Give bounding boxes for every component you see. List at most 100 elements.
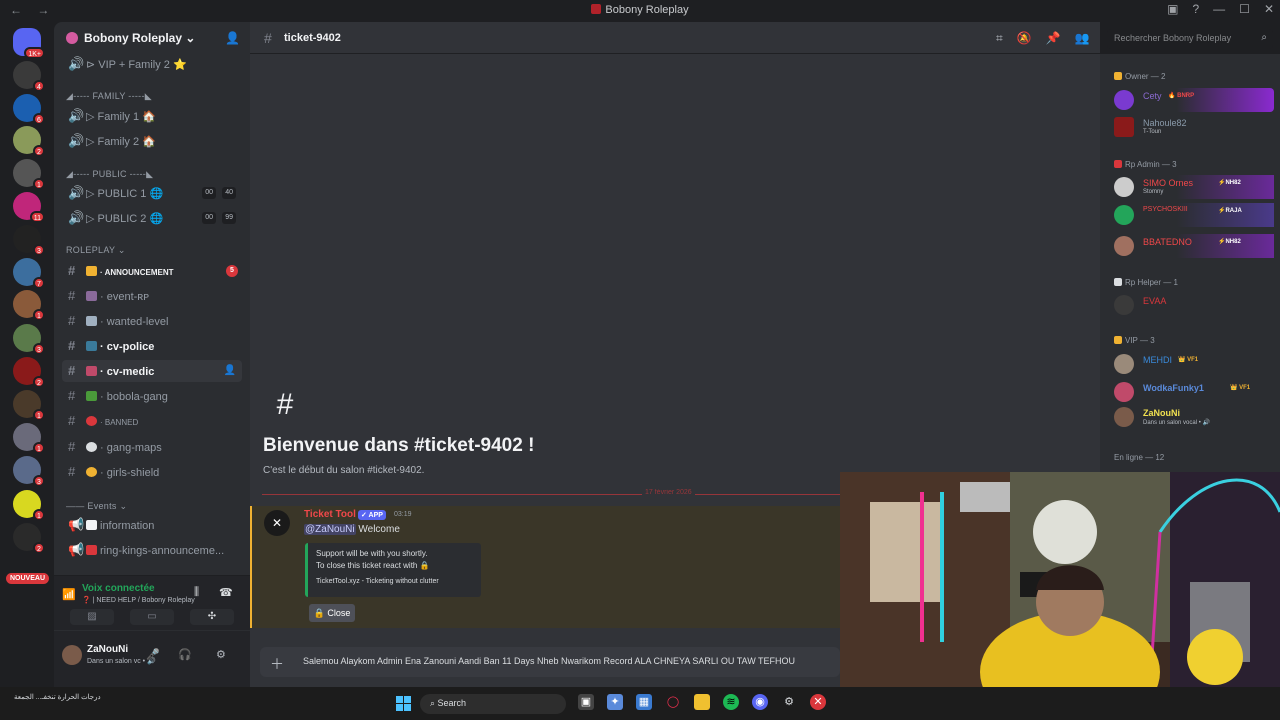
windows-start-icon[interactable] xyxy=(396,696,411,711)
announcement-icon: 📢 xyxy=(68,542,85,557)
mention[interactable]: @ZaNouNi xyxy=(304,524,356,535)
spotify-icon[interactable]: ≋ xyxy=(723,694,739,710)
voice-channel[interactable]: ❓ | NEED HELP / Bobony Roleplay xyxy=(82,596,195,604)
search-input[interactable]: Rechercher Bobony Roleplay ⌕ xyxy=(1107,29,1273,49)
headphones-icon[interactable]: 🎧 xyxy=(178,648,192,661)
member-item[interactable]: PSYCHOSKIII ⚡RAJA xyxy=(1112,203,1274,227)
guild-icon[interactable]: 2 xyxy=(13,126,45,157)
user-panel: ZaNouNi Dans un salon vc • 🔊 🎤 🎧 ⚙ xyxy=(54,631,250,687)
guild-icon[interactable]: 3 xyxy=(13,324,45,355)
member-item[interactable]: Nahoule82 T-Toun xyxy=(1112,115,1274,139)
avatar[interactable] xyxy=(62,645,82,665)
category-public[interactable]: ◢----- PUBLIC -----◣ xyxy=(66,169,153,180)
guild-icon[interactable]: 2 xyxy=(13,523,45,554)
app-icon[interactable]: ✕ xyxy=(810,694,826,710)
guild-icon[interactable]: 2 xyxy=(13,357,45,388)
guild-icon[interactable]: 1 xyxy=(13,423,45,454)
new-badge: NOUVEAU xyxy=(6,573,50,584)
store-icon[interactable]: ▦ xyxy=(636,694,652,710)
pinned-icon[interactable]: 📌 xyxy=(1046,31,1061,46)
discord-icon[interactable]: ◉ xyxy=(752,694,768,710)
help-icon[interactable]: ? xyxy=(1192,2,1199,16)
channel-gang-maps[interactable]: # · gang-maps xyxy=(62,436,242,458)
channel-family1[interactable]: 🔊 ▷ Family 1 🏠 xyxy=(62,105,242,127)
disconnect-icon[interactable]: ☎ xyxy=(219,586,233,599)
message: ✕ Ticket Tool ✓ APP 03:19 @ZaNouNi Welco… xyxy=(250,506,840,628)
server-header[interactable]: Bobony Roleplay ⌄ 👤 xyxy=(54,22,250,54)
maximize-button[interactable]: ☐ xyxy=(1239,2,1250,16)
guild-icon[interactable]: 3 xyxy=(13,456,45,487)
guild-icon[interactable]: 1 xyxy=(13,490,45,521)
noise-suppression-icon[interactable]: ⫼ xyxy=(194,586,199,599)
guild-icon[interactable]: 6 xyxy=(13,94,45,125)
embed-footer: TicketTool.xyz - Ticketing without clutt… xyxy=(316,578,439,585)
member-list-icon[interactable]: 👥 xyxy=(1075,31,1090,46)
steam-icon[interactable]: ⚙ xyxy=(781,694,797,710)
member-item[interactable]: Cety 🔥 BNRP xyxy=(1112,88,1274,112)
channel-bobola-gang[interactable]: # · bobola-gang xyxy=(62,385,242,407)
channel-event-rp[interactable]: # · event-ʀᴘ xyxy=(62,285,242,307)
voice-icon: 🔊 xyxy=(68,210,85,225)
member-item[interactable]: BBATEDNO ⚡NH82 xyxy=(1112,234,1274,258)
inbox-icon[interactable]: ▣ xyxy=(1167,2,1178,16)
message-input[interactable]: ＋ Salemou Alaykom Admin Ena Zanouni Aand… xyxy=(260,647,840,677)
close-ticket-button[interactable]: 🔒 Close xyxy=(309,604,355,622)
minimize-button[interactable]: — xyxy=(1213,2,1225,16)
message-text: @ZaNouNi Welcome xyxy=(304,524,400,535)
member-item[interactable]: EVAA xyxy=(1112,293,1274,317)
threads-icon[interactable]: ⌗ xyxy=(996,31,1003,46)
task-view-icon[interactable]: ▣ xyxy=(578,694,594,710)
category-roleplay[interactable]: ROLEPLAY ⌄ xyxy=(66,245,126,256)
guild-icon[interactable]: 1 xyxy=(13,390,45,421)
channel-vip-family2[interactable]: 🔊 ⊳ VIP + Family 2 ⭐ xyxy=(62,53,242,75)
file-explorer-icon[interactable] xyxy=(694,694,710,710)
voice-icon: 🔊 xyxy=(68,133,85,148)
category-family[interactable]: ◢----- FAMILY -----◣ xyxy=(66,91,152,102)
channel-cv-medic[interactable]: # · cv-medic 👤 xyxy=(62,360,242,382)
channel-information[interactable]: 📢 information xyxy=(62,514,242,536)
guild-icon[interactable]: 11 xyxy=(13,192,45,223)
channel-family2[interactable]: 🔊 ▷ Family 2 🏠 xyxy=(62,130,242,152)
voice-icon: 🔊 xyxy=(68,108,85,123)
camera-icon[interactable]: ▨ xyxy=(70,609,114,625)
guild-icon[interactable]: 1 xyxy=(13,290,45,321)
attach-plus-icon[interactable]: ＋ xyxy=(270,654,284,674)
member-item[interactable]: MEHDI 👑 VF1 xyxy=(1112,352,1274,376)
hash-icon: # xyxy=(264,30,272,46)
hash-icon: # xyxy=(68,464,76,479)
taskbar: درجات الحرارة تنخفـ... الجمعة ⌕ Search ▣… xyxy=(0,687,1280,720)
channel-girls-shield[interactable]: # · girls-shield xyxy=(62,461,242,483)
header-toolbar: ⌗ 🔕 📌 👥 xyxy=(996,31,1090,46)
mute-mic-icon[interactable]: 🎤 xyxy=(146,648,160,661)
channel-announcement[interactable]: # · ANNOUNCEMENT 5 xyxy=(62,260,242,282)
home-dm-icon[interactable]: 1K+ xyxy=(13,28,45,59)
add-member-icon[interactable]: 👤 xyxy=(225,31,240,45)
channel-banned[interactable]: # · BANNED xyxy=(62,410,242,432)
message-author[interactable]: Ticket Tool xyxy=(304,509,356,520)
invite-icon[interactable]: 👤 xyxy=(224,360,236,382)
guild-icon[interactable]: 7 xyxy=(13,258,45,289)
taskbar-search[interactable]: ⌕ Search xyxy=(420,694,566,714)
settings-gear-icon[interactable]: ⚙ xyxy=(216,648,226,661)
notification-bell-icon[interactable]: 🔕 xyxy=(1017,31,1032,46)
guild-icon[interactable]: 3 xyxy=(13,225,45,256)
weather-widget[interactable]: درجات الحرارة تنخفـ... الجمعة xyxy=(14,693,101,701)
activity-icon[interactable]: ✣ xyxy=(190,609,234,625)
channel-public2[interactable]: 🔊 ▷ PUBLIC 2 🌐 00 99 xyxy=(62,207,242,229)
guild-icon[interactable]: 4 xyxy=(13,61,45,92)
member-item[interactable]: ZaNouNi Dans un salon vocal • 🔊 xyxy=(1112,405,1274,429)
channel-cv-police[interactable]: # · cv-police xyxy=(62,335,242,357)
member-item[interactable]: WodkaFunky1 👑 VF1 xyxy=(1112,380,1274,404)
copilot-icon[interactable]: ✦ xyxy=(607,694,623,710)
channel-public1[interactable]: 🔊 ▷ PUBLIC 1 🌐 00 40 xyxy=(62,182,242,204)
category-events[interactable]: —— Events ⌄ xyxy=(66,501,127,512)
opera-icon[interactable]: ◯ xyxy=(665,694,681,710)
voice-connection-panel: 📶 Voix connectée ❓ | NEED HELP / Bobony … xyxy=(54,575,250,630)
bot-avatar[interactable]: ✕ xyxy=(264,510,290,536)
close-window-button[interactable]: ✕ xyxy=(1264,2,1274,16)
guild-icon[interactable]: 1 xyxy=(13,159,45,190)
member-item[interactable]: SIMO Ornes ⚡NH82 Stomny xyxy=(1112,175,1274,199)
screen-share-icon[interactable]: ▭ xyxy=(130,609,174,625)
channel-wanted-level[interactable]: # · wanted-level xyxy=(62,310,242,332)
channel-ring-kings[interactable]: 📢 ring-kings-announceme... xyxy=(62,539,242,561)
